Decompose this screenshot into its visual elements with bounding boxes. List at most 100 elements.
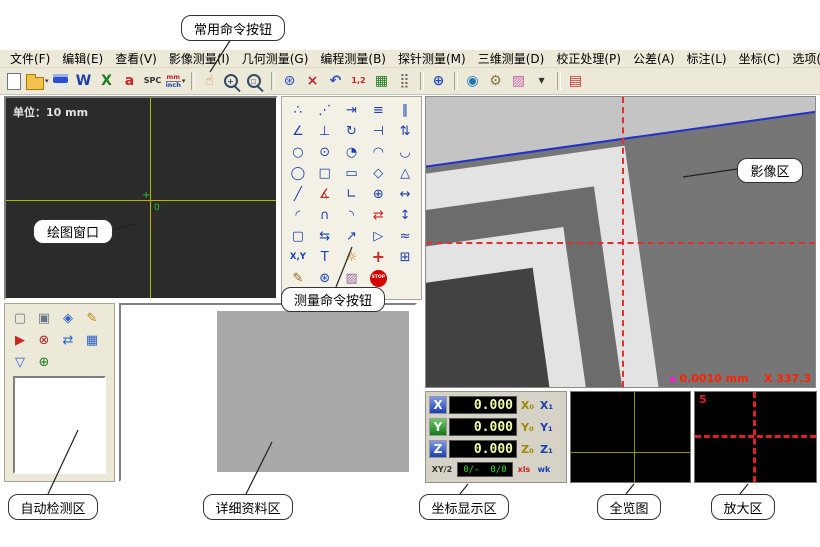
- menu-item-11[interactable]: 标注(L): [681, 50, 733, 67]
- axis-z-zero-button[interactable]: Z₀: [519, 443, 536, 456]
- measure-tool-icon-r5c3[interactable]: ∟: [339, 184, 365, 204]
- undo-icon[interactable]: ↶: [325, 70, 347, 92]
- measure-tool-icon-r2c4[interactable]: ⊣: [365, 121, 391, 141]
- text-tool-icon[interactable]: T: [312, 247, 338, 267]
- xy-coordinate-tool-icon[interactable]: X,Y: [285, 247, 311, 267]
- axis-z-button[interactable]: Z: [429, 440, 447, 458]
- new-file-icon[interactable]: [3, 70, 25, 92]
- measure-tool-icon-r2c5[interactable]: ⇅: [392, 121, 418, 141]
- image-view[interactable]: 0.0010 mm X 337.3: [425, 96, 816, 388]
- axis-x-zero-button[interactable]: X₀: [519, 399, 536, 412]
- measure-tool-icon-r7c1[interactable]: ▢: [285, 226, 311, 246]
- more-tools-arrow-icon[interactable]: ▼: [531, 70, 553, 92]
- measure-tool-icon-r7c4[interactable]: ▷: [365, 226, 391, 246]
- measure-tool-icon-r4c1[interactable]: ◯: [285, 163, 311, 183]
- package-icon[interactable]: ◈: [57, 308, 79, 328]
- measure-tool-icon-r3c3[interactable]: ◔: [339, 142, 365, 162]
- measure-tool-icon-r1c1[interactable]: ∴: [285, 100, 311, 120]
- tools-icon[interactable]: ⊕: [33, 352, 55, 372]
- measure-tool-icon-r6c5[interactable]: ↕: [392, 205, 418, 225]
- menu-item-4[interactable]: 影像测量(I): [163, 50, 236, 67]
- axis-z-half-button[interactable]: Z₁: [538, 443, 555, 456]
- menu-item-12[interactable]: 坐标(C): [733, 50, 787, 67]
- excel-export-icon[interactable]: X: [96, 70, 118, 92]
- menu-item-8[interactable]: 三维测量(D): [472, 50, 551, 67]
- measure-tool-icon-r2c1[interactable]: ∠: [285, 121, 311, 141]
- measure-tool-icon-r5c2[interactable]: ∡: [312, 184, 338, 204]
- menu-item-6[interactable]: 编程测量(B): [314, 50, 392, 67]
- new-doc-icon[interactable]: ▢: [9, 308, 31, 328]
- work-mode-button[interactable]: wk: [535, 465, 553, 474]
- abort-icon[interactable]: ⊗: [33, 330, 55, 350]
- run-detect-icon[interactable]: ▶: [9, 330, 31, 350]
- measure-tool-icon-r3c1[interactable]: ○: [285, 142, 311, 162]
- tile-icon[interactable]: ▦: [81, 330, 103, 350]
- unit-mm-inch-icon[interactable]: mminch▾: [165, 70, 187, 92]
- globe-icon[interactable]: ◉: [462, 70, 484, 92]
- spc-icon[interactable]: SPC: [142, 70, 164, 92]
- measure-tool-icon-r9c2[interactable]: ⊛: [312, 268, 338, 288]
- measure-tool-icon-r3c5[interactable]: ◡: [392, 142, 418, 162]
- edit-brush-icon[interactable]: ✎: [81, 308, 103, 328]
- lamp-icon[interactable]: ☼: [339, 247, 365, 267]
- measure-tool-icon-r7c3[interactable]: ↗: [339, 226, 365, 246]
- measure-tool-icon-r2c3[interactable]: ↻: [339, 121, 365, 141]
- zoom-in-icon[interactable]: +: [222, 70, 244, 92]
- transfer-icon[interactable]: ⇄: [57, 330, 79, 350]
- measure-tool-icon-r4c5[interactable]: △: [392, 163, 418, 183]
- open-file-icon[interactable]: ▾: [26, 70, 49, 92]
- dropdown-arrow-icon[interactable]: ▾: [182, 77, 186, 85]
- measure-tool-icon-r8c5[interactable]: ⊞: [392, 247, 418, 267]
- measure-tool-icon-r1c5[interactable]: ∥: [392, 100, 418, 120]
- measure-tool-icon-r1c2[interactable]: ⋰: [312, 100, 338, 120]
- pan-hand-icon[interactable]: ☝: [199, 70, 221, 92]
- open-report-icon[interactable]: ▣: [33, 308, 55, 328]
- measure-tool-icon-r6c2[interactable]: ∩: [312, 205, 338, 225]
- export-xls-button[interactable]: xls: [515, 465, 533, 474]
- detail-data-panel[interactable]: [119, 303, 417, 482]
- measure-tool-icon-r5c4[interactable]: ⊕: [365, 184, 391, 204]
- menu-item-7[interactable]: 探针测量(M): [392, 50, 472, 67]
- measure-tool-icon-r4c2[interactable]: □: [312, 163, 338, 183]
- measure-tool-icon-r7c5[interactable]: ≈: [392, 226, 418, 246]
- xy-half-button[interactable]: XY/2: [429, 465, 455, 474]
- measure-tool-icon-r1c3[interactable]: ⇥: [339, 100, 365, 120]
- stop-button[interactable]: STOP: [365, 268, 391, 288]
- text-annotation-icon[interactable]: a: [119, 70, 141, 92]
- measure-tool-icon-r9c3[interactable]: ▨: [339, 268, 365, 288]
- axis-y-zero-button[interactable]: Y₀: [519, 421, 536, 434]
- delete-icon[interactable]: ×: [302, 70, 324, 92]
- measure-tool-icon-r3c2[interactable]: ⊙: [312, 142, 338, 162]
- probe-star-icon[interactable]: ⊛: [279, 70, 301, 92]
- auto-detect-list[interactable]: [13, 376, 106, 474]
- measure-tool-icon-r3c4[interactable]: ◠: [365, 142, 391, 162]
- label-sequence-icon[interactable]: 1,2: [348, 70, 370, 92]
- save-icon[interactable]: [50, 70, 72, 92]
- measure-tool-icon-r9c1[interactable]: ✎: [285, 268, 311, 288]
- measure-tool-icon-r7c2[interactable]: ⇆: [312, 226, 338, 246]
- menu-item-5[interactable]: 几何测量(G): [236, 50, 315, 67]
- grid-icon[interactable]: ▦: [371, 70, 393, 92]
- measure-tool-icon-r2c2[interactable]: ⊥: [312, 121, 338, 141]
- dropdown-arrow-icon[interactable]: ▾: [45, 77, 49, 85]
- measure-tool-icon-r5c1[interactable]: ╱: [285, 184, 311, 204]
- measure-tool-icon-r4c4[interactable]: ◇: [365, 163, 391, 183]
- settings-gears-icon[interactable]: ⚙: [485, 70, 507, 92]
- drawing-window[interactable]: 单位：10 mm + 0: [4, 96, 278, 300]
- measure-tool-icon-r1c4[interactable]: ≡: [365, 100, 391, 120]
- measure-tool-icon-r6c1[interactable]: ◜: [285, 205, 311, 225]
- menu-item-3[interactable]: 查看(V): [109, 50, 163, 67]
- measure-tool-icon-r5c5[interactable]: ↔: [392, 184, 418, 204]
- menu-item-1[interactable]: 文件(F): [4, 50, 56, 67]
- measure-tool-icon-r4c3[interactable]: ▭: [339, 163, 365, 183]
- axis-y-half-button[interactable]: Y₁: [538, 421, 555, 434]
- menu-item-10[interactable]: 公差(A): [627, 50, 681, 67]
- measure-tool-icon-r6c3[interactable]: ◝: [339, 205, 365, 225]
- axis-y-button[interactable]: Y: [429, 418, 447, 436]
- word-export-icon[interactable]: W: [73, 70, 95, 92]
- zoom-window-icon[interactable]: □: [245, 70, 267, 92]
- crosshair-target-icon[interactable]: ⊕: [428, 70, 450, 92]
- axis-x-half-button[interactable]: X₁: [538, 399, 555, 412]
- menu-item-9[interactable]: 校正处理(P): [550, 50, 627, 67]
- filter-icon[interactable]: ▽: [9, 352, 31, 372]
